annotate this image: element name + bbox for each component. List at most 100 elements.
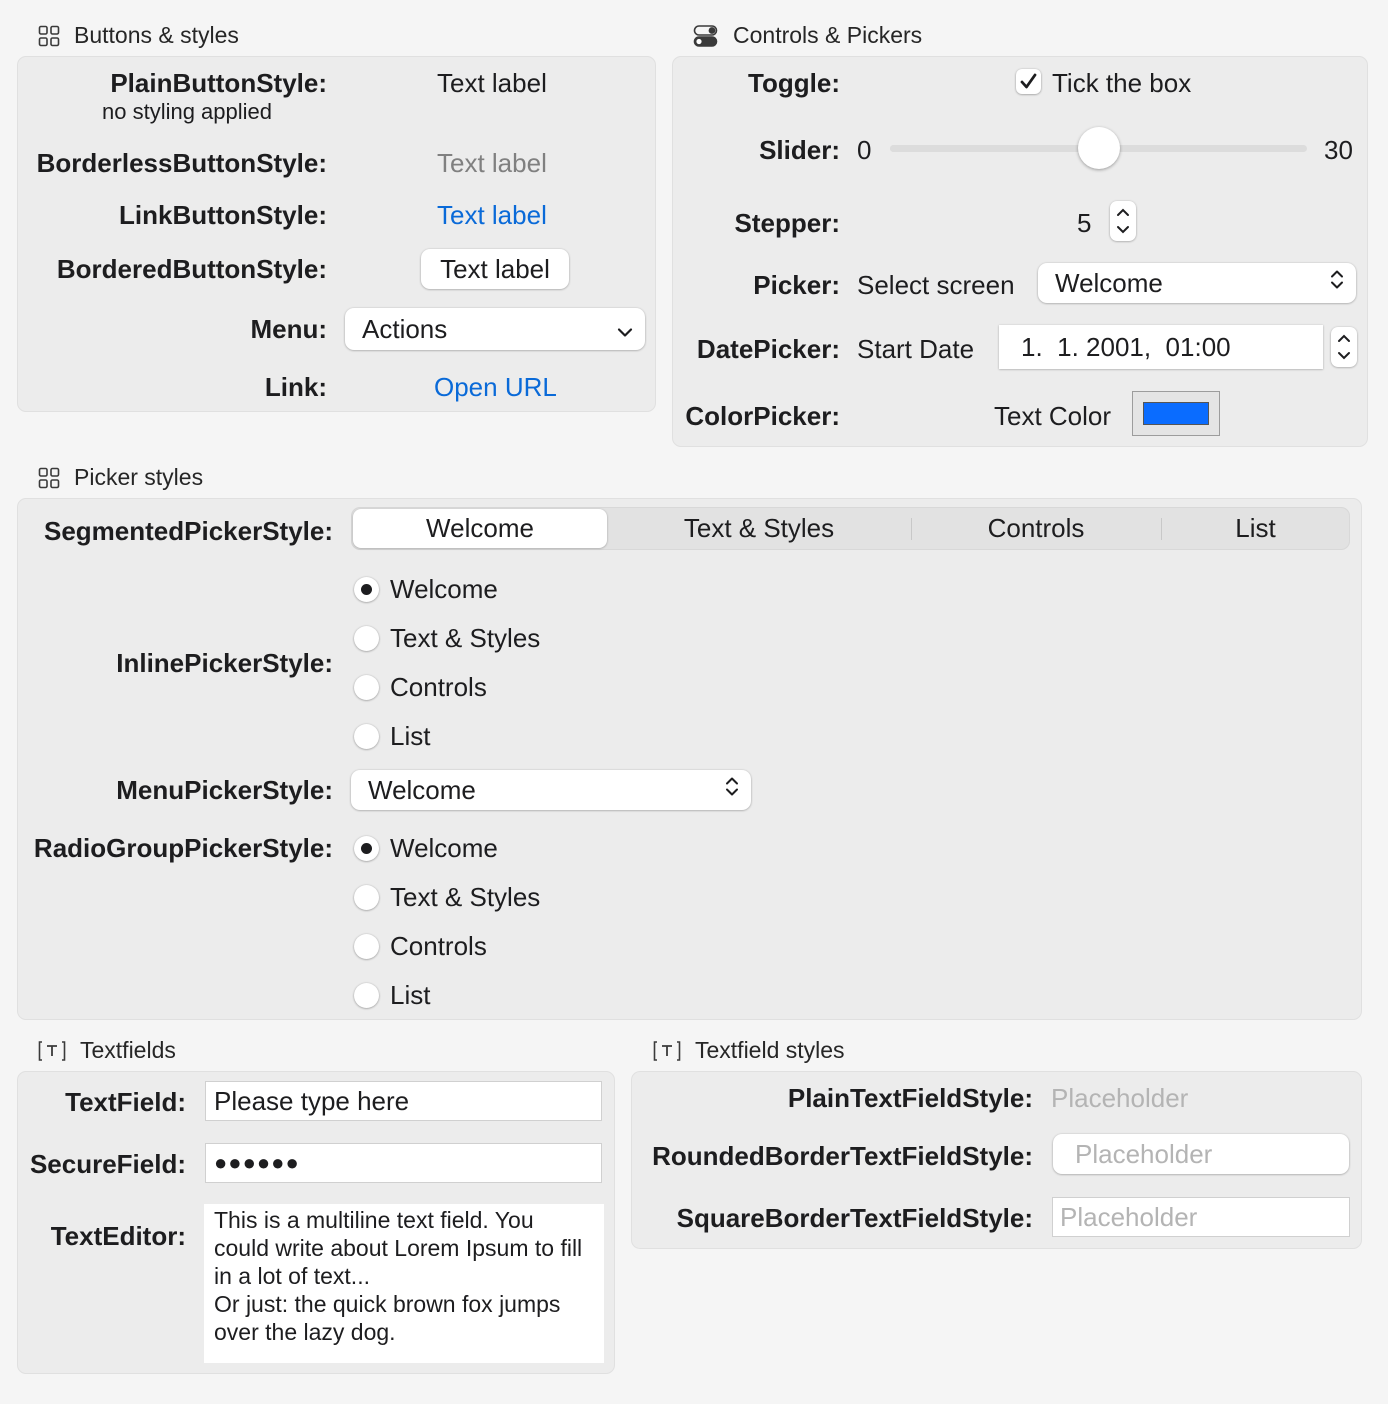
- segment-controls[interactable]: Controls: [913, 507, 1159, 550]
- toggle-icon: [693, 24, 719, 47]
- segment-list[interactable]: List: [1163, 507, 1348, 550]
- segment-divider: [911, 518, 912, 540]
- pickers-section-header: Picker styles: [38, 464, 203, 491]
- link-button[interactable]: Text label: [437, 200, 547, 231]
- checkmark-icon: [1020, 73, 1037, 89]
- textfield-icon: [38, 1040, 66, 1062]
- segment-text-styles[interactable]: Text & Styles: [609, 507, 909, 550]
- securefield-label: SecureField:: [29, 1149, 186, 1179]
- section-title: Buttons & styles: [74, 22, 239, 48]
- plain-button-style-label: PlainButtonStyle:: [110, 68, 327, 98]
- option-label: List: [390, 980, 431, 1010]
- screen-picker[interactable]: Welcome: [1038, 263, 1356, 303]
- plain-textfield-style-label: PlainTextFieldStyle:: [787, 1083, 1033, 1113]
- inline-option-controls[interactable]: Controls: [354, 672, 487, 703]
- borderless-button-style-label: BorderlessButtonStyle:: [36, 148, 327, 178]
- rounded-textfield[interactable]: Placeholder: [1053, 1134, 1349, 1174]
- radiogroup-option-controls[interactable]: Controls: [354, 931, 487, 962]
- link-label: Link:: [264, 372, 327, 402]
- slider-label: Slider:: [759, 135, 840, 165]
- radio-button[interactable]: [354, 626, 379, 651]
- radio-button[interactable]: [354, 836, 379, 861]
- date-field[interactable]: 1. 1. 2001, 01:00: [999, 325, 1323, 369]
- bordered-button[interactable]: Text label: [421, 249, 569, 289]
- radio-button[interactable]: [354, 577, 379, 602]
- textfield-styles-section-header: Textfield styles: [653, 1037, 845, 1064]
- color-swatch: [1143, 402, 1209, 425]
- textfield-icon: [653, 1040, 681, 1062]
- inline-option-list[interactable]: List: [354, 721, 430, 752]
- radio-button[interactable]: [354, 934, 379, 959]
- section-title: Textfields: [80, 1037, 176, 1063]
- open-url-link[interactable]: Open URL: [434, 372, 557, 403]
- grid-icon: [38, 25, 60, 47]
- slider-max: 30: [1324, 135, 1353, 165]
- color-well[interactable]: [1132, 391, 1220, 436]
- textfields-section-header: Textfields: [38, 1037, 176, 1064]
- picker-value: Welcome: [1055, 267, 1163, 298]
- chevron-down-icon: [617, 314, 633, 345]
- option-label: List: [390, 721, 431, 751]
- menu-picker[interactable]: Welcome: [351, 770, 751, 810]
- toggle-checkbox[interactable]: [1016, 69, 1041, 94]
- buttons-section-header: Buttons & styles: [38, 22, 239, 49]
- plain-button[interactable]: Text label: [437, 68, 547, 99]
- radio-button[interactable]: [354, 724, 379, 749]
- text-field[interactable]: Please type here: [205, 1081, 602, 1121]
- rounded-textfield-style-label: RoundedBorderTextFieldStyle:: [652, 1141, 1033, 1171]
- picker-value: Welcome: [368, 774, 476, 805]
- inline-option-welcome[interactable]: Welcome: [354, 574, 498, 605]
- option-label: Controls: [390, 931, 487, 961]
- slider-fill: [890, 145, 1099, 152]
- picker-label: Picker:: [753, 270, 840, 300]
- textfield-label: TextField:: [65, 1087, 186, 1117]
- radiogroup-picker-style-label: RadioGroupPickerStyle:: [33, 833, 333, 863]
- picker-caption: Select screen: [857, 270, 1015, 300]
- segmented-control[interactable]: Welcome Text & Styles Controls List: [351, 507, 1350, 550]
- menu-label: Menu:: [250, 314, 327, 344]
- texteditor-label: TextEditor:: [50, 1221, 186, 1251]
- slider-thumb[interactable]: [1077, 127, 1120, 169]
- radiogroup-option-text-styles[interactable]: Text & Styles: [354, 882, 540, 913]
- option-label: Text & Styles: [390, 882, 541, 912]
- link-button-style-label: LinkButtonStyle:: [119, 200, 327, 230]
- stepper-value: 5: [1077, 208, 1092, 238]
- section-title: Textfield styles: [695, 1037, 845, 1063]
- date-stepper[interactable]: [1331, 327, 1357, 367]
- inline-option-text-styles[interactable]: Text & Styles: [354, 623, 540, 654]
- plain-textfield[interactable]: Placeholder: [1051, 1083, 1188, 1114]
- radio-button[interactable]: [354, 885, 379, 910]
- text-editor[interactable]: This is a multiline text field. You coul…: [204, 1204, 604, 1363]
- segment-divider: [1161, 518, 1162, 540]
- borderless-button[interactable]: Text label: [437, 148, 547, 179]
- option-label: Text & Styles: [390, 623, 541, 653]
- datepicker-caption: Start Date: [857, 334, 975, 364]
- grid-icon: [38, 467, 60, 489]
- segment-welcome[interactable]: Welcome: [353, 507, 607, 550]
- colorpicker-caption: Text Color: [994, 401, 1112, 431]
- chevron-updown-icon: [725, 775, 739, 806]
- radiogroup-option-welcome[interactable]: Welcome: [354, 833, 498, 864]
- section-title: Controls & Pickers: [733, 22, 923, 48]
- slider-min: 0: [857, 135, 872, 165]
- menu-picker-style-label: MenuPickerStyle:: [116, 775, 333, 805]
- actions-menu[interactable]: Actions: [345, 308, 645, 350]
- square-textfield-style-label: SquareBorderTextFieldStyle:: [676, 1203, 1033, 1233]
- stepper-arrows-icon: [1338, 334, 1350, 360]
- square-textfield[interactable]: Placeholder: [1052, 1197, 1350, 1237]
- section-title: Picker styles: [74, 464, 204, 490]
- radio-button[interactable]: [354, 675, 379, 700]
- bordered-button-style-label: BorderedButtonStyle:: [56, 254, 327, 284]
- stepper-arrows-icon: [1117, 208, 1129, 234]
- stepper[interactable]: [1110, 201, 1136, 241]
- plain-button-style-sublabel: no styling applied: [102, 99, 273, 124]
- menu-value: Actions: [362, 313, 448, 344]
- secure-field[interactable]: ●●●●●●: [205, 1143, 602, 1183]
- radio-button[interactable]: [354, 983, 379, 1008]
- chevron-updown-icon: [1330, 268, 1344, 299]
- option-label: Welcome: [390, 574, 498, 604]
- option-label: Controls: [390, 672, 487, 702]
- controls-section-header: Controls & Pickers: [693, 22, 922, 49]
- segmented-picker-style-label: SegmentedPickerStyle:: [43, 516, 333, 546]
- radiogroup-option-list[interactable]: List: [354, 980, 430, 1011]
